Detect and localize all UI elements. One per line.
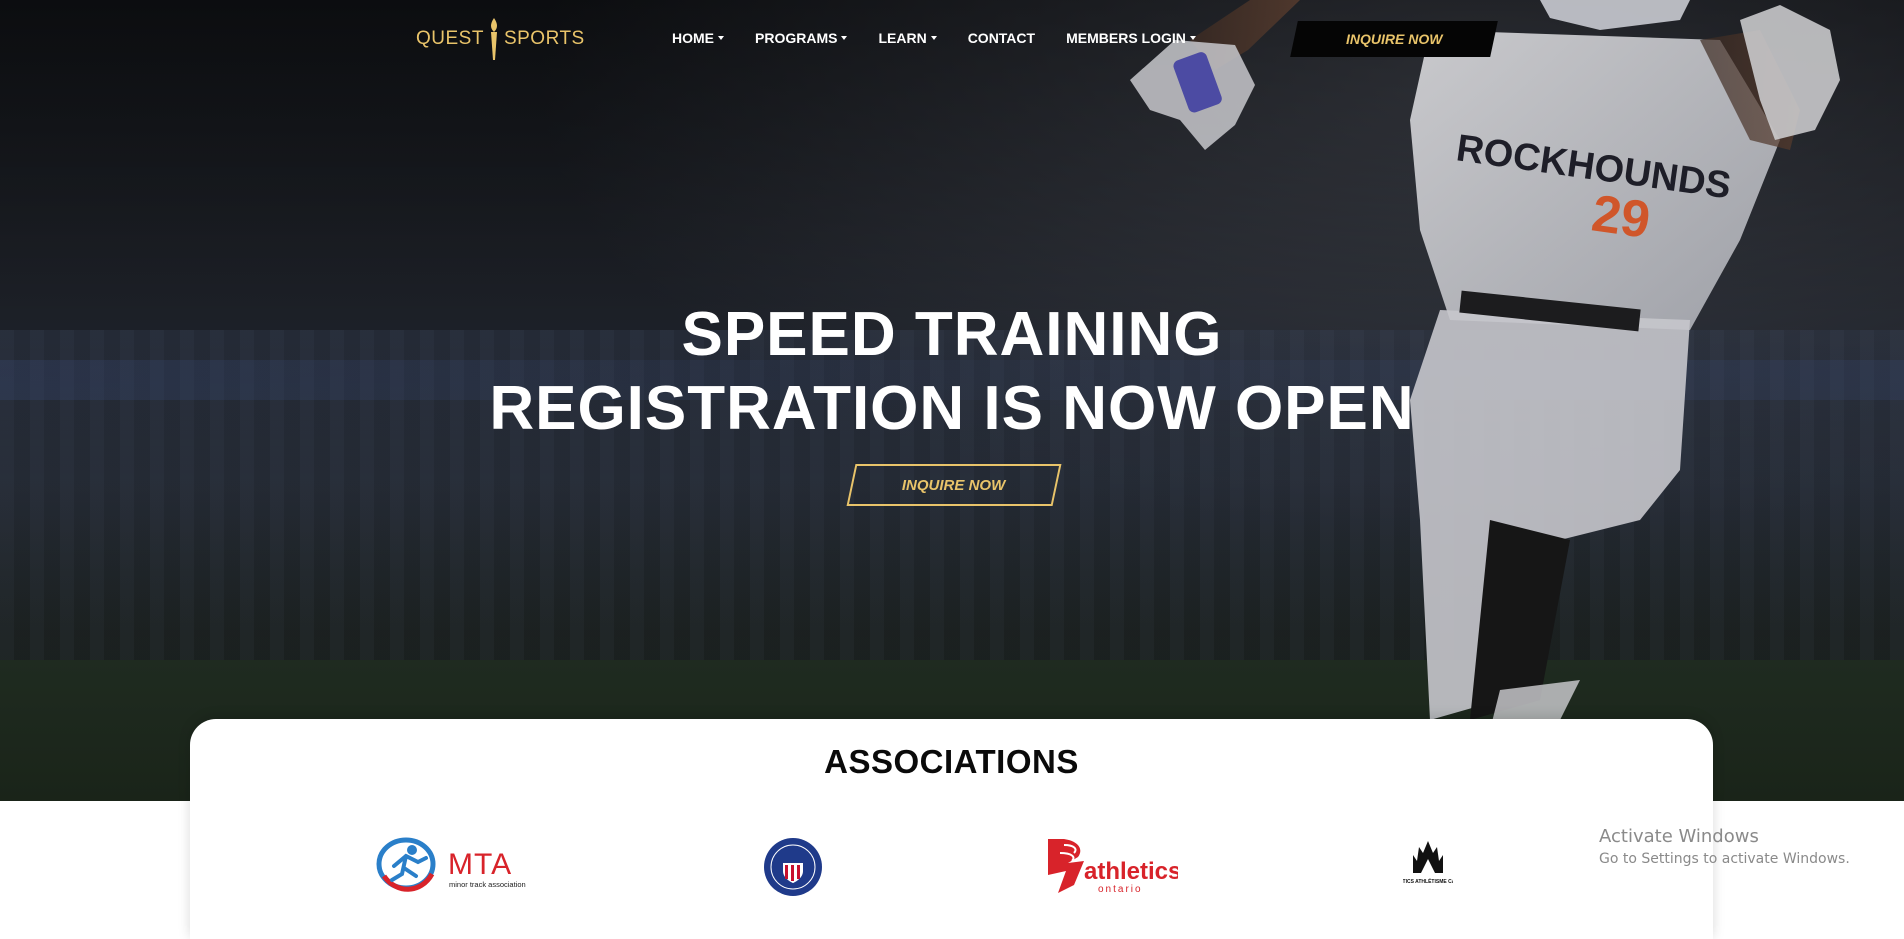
mta-logo-text: MTA bbox=[448, 848, 512, 881]
logo-text-quest: QUEST bbox=[416, 28, 484, 49]
main-navigation: HOME PROGRAMS LEARN CONTACT MEMBERS LOGI… bbox=[672, 26, 1227, 50]
activate-windows-title: Activate Windows bbox=[1599, 826, 1759, 847]
headline-line-2: REGISTRATION IS NOW OPEN bbox=[489, 374, 1415, 443]
activate-windows-subtitle: Go to Settings to activate Windows. bbox=[1599, 851, 1850, 867]
athletics-canada-logo[interactable]: ATHLETICS ATHLÉTISME CANADA bbox=[1403, 839, 1453, 899]
caret-down-icon bbox=[841, 36, 848, 40]
torch-icon bbox=[490, 18, 497, 60]
nav-item-learn[interactable]: LEARN bbox=[878, 30, 937, 46]
athletics-logo-text: athletics bbox=[1084, 858, 1178, 885]
athletics-logo-subtitle: ontario bbox=[1098, 884, 1143, 895]
nav-label-contact: CONTACT bbox=[967, 30, 1036, 46]
athletics-canada-logo-text: ATHLETICS ATHLÉTISME CANADA bbox=[1403, 877, 1453, 885]
track-and-field-seal-logo[interactable] bbox=[763, 837, 823, 897]
logo-text-sports: SPORTS bbox=[503, 28, 585, 49]
nav-label-learn: LEARN bbox=[878, 30, 927, 46]
nav-item-members-login[interactable]: MEMBERS LOGIN bbox=[1066, 30, 1196, 46]
headline-line-1: SPEED TRAINING bbox=[681, 300, 1223, 369]
nav-inquire-now-button[interactable]: INQUIRE NOW bbox=[1290, 21, 1498, 57]
hero-inquire-label: INQUIRE NOW bbox=[902, 476, 1006, 494]
nav-inquire-label: INQUIRE NOW bbox=[1345, 31, 1443, 47]
nav-item-contact[interactable]: CONTACT bbox=[968, 30, 1035, 46]
associations-section: ASSOCIATIONS MTA minor track association… bbox=[190, 719, 1713, 939]
activate-windows-watermark: Activate Windows Go to Settings to activ… bbox=[1599, 826, 1850, 867]
hero-headline: SPEED TRAINING REGISTRATION IS NOW OPEN bbox=[352, 298, 1552, 446]
caret-down-icon bbox=[1189, 36, 1196, 40]
nav-label-members-login: MEMBERS LOGIN bbox=[1066, 30, 1186, 46]
jersey-number-text: 29 bbox=[1588, 184, 1653, 249]
caret-down-icon bbox=[718, 36, 724, 40]
mta-logo-subtitle: minor track association bbox=[449, 880, 526, 889]
athletics-ontario-logo[interactable]: athletics ontario bbox=[1044, 835, 1178, 897]
nav-label-programs: PROGRAMS bbox=[755, 30, 838, 46]
nav-item-programs[interactable]: PROGRAMS bbox=[755, 30, 848, 46]
caret-down-icon bbox=[930, 36, 937, 40]
quest-sports-logo[interactable]: QUEST SPORTS bbox=[416, 16, 585, 62]
associations-title: ASSOCIATIONS bbox=[824, 743, 1079, 780]
nav-item-home[interactable]: HOME bbox=[672, 30, 724, 46]
hero-inquire-now-button[interactable]: INQUIRE NOW bbox=[846, 464, 1062, 506]
mta-logo[interactable]: MTA minor track association bbox=[376, 836, 546, 896]
nav-label-home: HOME bbox=[672, 30, 714, 46]
